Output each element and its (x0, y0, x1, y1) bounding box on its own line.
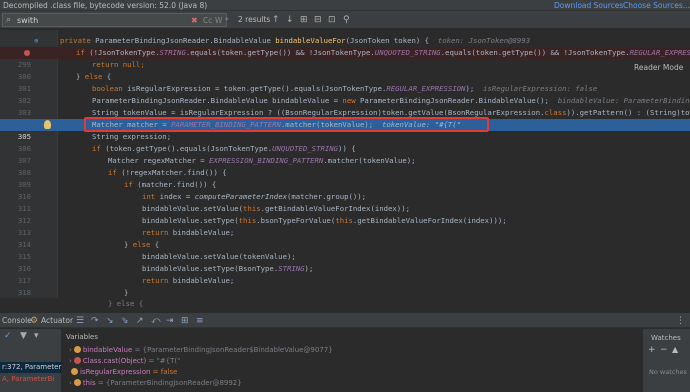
remove-watch-icon[interactable]: − (660, 345, 668, 355)
code-line[interactable]: 301 } else { (0, 71, 690, 93)
code-line[interactable]: 302 boolean isRegularExpression = token.… (0, 83, 690, 105)
code-line[interactable]: 319 } (0, 287, 690, 298)
actuator-icon: ⚙ (30, 316, 39, 326)
trace-icon[interactable]: ≡ (196, 313, 204, 329)
stack-frame-row[interactable]: A, ParameterBi (0, 374, 62, 385)
dropdown-arrow-icon[interactable]: ▾ (34, 331, 39, 341)
debug-toolbar: Console ⚙ Actuator ☰ ↷ ↘ ⇘ ↗ ⤺ ⇥ ⊞ ≡ ⋮ (0, 312, 690, 328)
select-all-occurrences-icon[interactable]: ⊟ (314, 11, 322, 29)
code-line[interactable]: 298 ⊕ private ParameterBindingJsonReader… (0, 35, 690, 57)
code-line[interactable]: 315 } else { (0, 239, 690, 261)
run-to-cursor-icon[interactable]: ⇥ (166, 313, 174, 329)
force-step-into-icon[interactable]: ⇘ (121, 313, 129, 329)
code-line[interactable]: 311 int index = computeParameterIndex(ma… (0, 191, 690, 213)
code-editor[interactable]: Reader Mode 298 ⊕ private ParameterBindi… (0, 30, 690, 298)
code-line[interactable]: 317 bindableValue.setType(BsonType.STRIN… (0, 263, 690, 285)
step-over-icon[interactable]: ↷ (91, 313, 99, 329)
code-line[interactable]: 314 return bindableValue; (0, 227, 690, 249)
highlight-annotation-box (84, 117, 489, 132)
show-execution-point-icon[interactable]: ☰ (76, 313, 84, 329)
evaluate-expression-icon[interactable]: ⊞ (181, 313, 189, 329)
code-line[interactable]: 308 Matcher regexMatcher = EXPRESSION_BI… (0, 155, 690, 177)
find-all-icon[interactable]: ⊞ (300, 11, 308, 29)
watches-header: Watches (651, 334, 681, 342)
find-bar: ⌕ swith ✖ Cc W * 2 results ↑ ↓ ⊞ ⊟ ⊡ ⚲ (0, 11, 690, 29)
code-line[interactable]: 309 if (!regexMatcher.find()) { (0, 167, 690, 189)
lightbulb-icon[interactable] (44, 120, 51, 129)
next-occurrence-icon[interactable]: ↓ (286, 11, 294, 29)
search-input[interactable]: ⌕ swith ✖ Cc W * (2, 13, 229, 27)
editor-bottom-strip: 320 } else { (0, 298, 690, 320)
variable-row[interactable]: › bindableValue = {ParameterBindingJsonRe… (69, 345, 333, 356)
decompiled-banner: Decompiled .class file, bytecode version… (0, 0, 690, 11)
field-icon (71, 368, 78, 375)
choose-sources-link[interactable]: Choose Sources... (623, 0, 690, 11)
code-line[interactable]: 313 bindableValue.setType(this.bsonTypeF… (0, 215, 690, 237)
variables-panel: Variables › bindableValue = {ParameterBin… (63, 329, 641, 392)
code-line[interactable]: 306 String expression; (0, 131, 690, 153)
code-line[interactable]: 316 bindableValue.setValue(tokenValue); (0, 251, 690, 273)
clear-search-icon[interactable]: ✖ (191, 14, 198, 27)
previous-occurrence-icon[interactable]: ↑ (272, 11, 280, 29)
code-line-breakpoint[interactable]: 299 if (!JsonTokenType.STRING.equals(tok… (0, 47, 690, 69)
decompiled-message: Decompiled .class file, bytecode version… (3, 1, 208, 10)
variable-row[interactable]: › this = {ParameterBindingJsonReader@8992… (69, 378, 242, 389)
regex-toggle[interactable]: * (225, 14, 229, 27)
add-selection-icon[interactable]: ⊡ (328, 11, 336, 29)
code-line[interactable]: 320 } else { (0, 298, 690, 320)
move-up-icon[interactable]: ▲ (672, 345, 678, 354)
no-watches-label: No watches (649, 368, 687, 376)
search-icon: ⌕ (6, 15, 12, 25)
tab-console[interactable]: Console (2, 313, 32, 329)
method-marker-icon[interactable]: ⊕ (34, 35, 38, 47)
code-line[interactable]: 303 ParameterBindingJsonReader.BindableV… (0, 95, 690, 117)
drop-frame-icon[interactable]: ⤺ (151, 313, 161, 329)
watches-panel: Watches + − ▲ No watches (642, 329, 690, 392)
step-into-icon[interactable]: ↘ (106, 313, 114, 329)
search-query: swith (17, 16, 39, 25)
variables-header: Variables (66, 333, 98, 341)
field-icon (73, 379, 81, 386)
expand-arrow-icon[interactable]: › (69, 357, 72, 365)
code-line[interactable]: 307 if (token.getType().equals(JsonToken… (0, 143, 690, 165)
expand-arrow-icon[interactable]: › (69, 379, 72, 387)
step-out-icon[interactable]: ↗ (136, 313, 144, 329)
match-case-toggle[interactable]: Cc (203, 14, 212, 27)
more-options-icon[interactable]: ⋮ (676, 313, 685, 329)
expand-arrow-icon[interactable]: › (69, 346, 72, 354)
code-line[interactable]: 310 if (matcher.find()) { (0, 179, 690, 201)
filter-icon[interactable]: ⚲ (343, 11, 350, 29)
breakpoint-icon[interactable] (24, 50, 30, 56)
whole-words-toggle[interactable]: W (215, 14, 222, 27)
download-sources-link[interactable]: Download Sources (554, 0, 623, 11)
frames-panel: ✓ ▼ ▾ r:372, ParameterBi A, ParameterBi (0, 329, 62, 392)
tab-actuator[interactable]: Actuator (41, 313, 73, 329)
add-watch-icon[interactable]: + (648, 345, 656, 355)
variable-row[interactable]: isRegularExpression = false (69, 367, 177, 378)
stack-frame-row[interactable]: r:372, ParameterBi (0, 362, 62, 373)
code-line[interactable]: 300 return null; (0, 59, 690, 81)
variable-row[interactable]: › Class.cast(Object) = "#{T(" (69, 356, 180, 367)
filter-frames-icon[interactable]: ▼ (20, 331, 27, 341)
thread-check-icon[interactable]: ✓ (4, 331, 12, 341)
code-line[interactable]: 318 return bindableValue; (0, 275, 690, 297)
field-icon (73, 346, 81, 353)
code-line[interactable]: 312 bindableValue.setValue(this.getBinda… (0, 203, 690, 225)
watch-error-icon (73, 357, 81, 364)
search-results-count: 2 results (238, 15, 271, 24)
